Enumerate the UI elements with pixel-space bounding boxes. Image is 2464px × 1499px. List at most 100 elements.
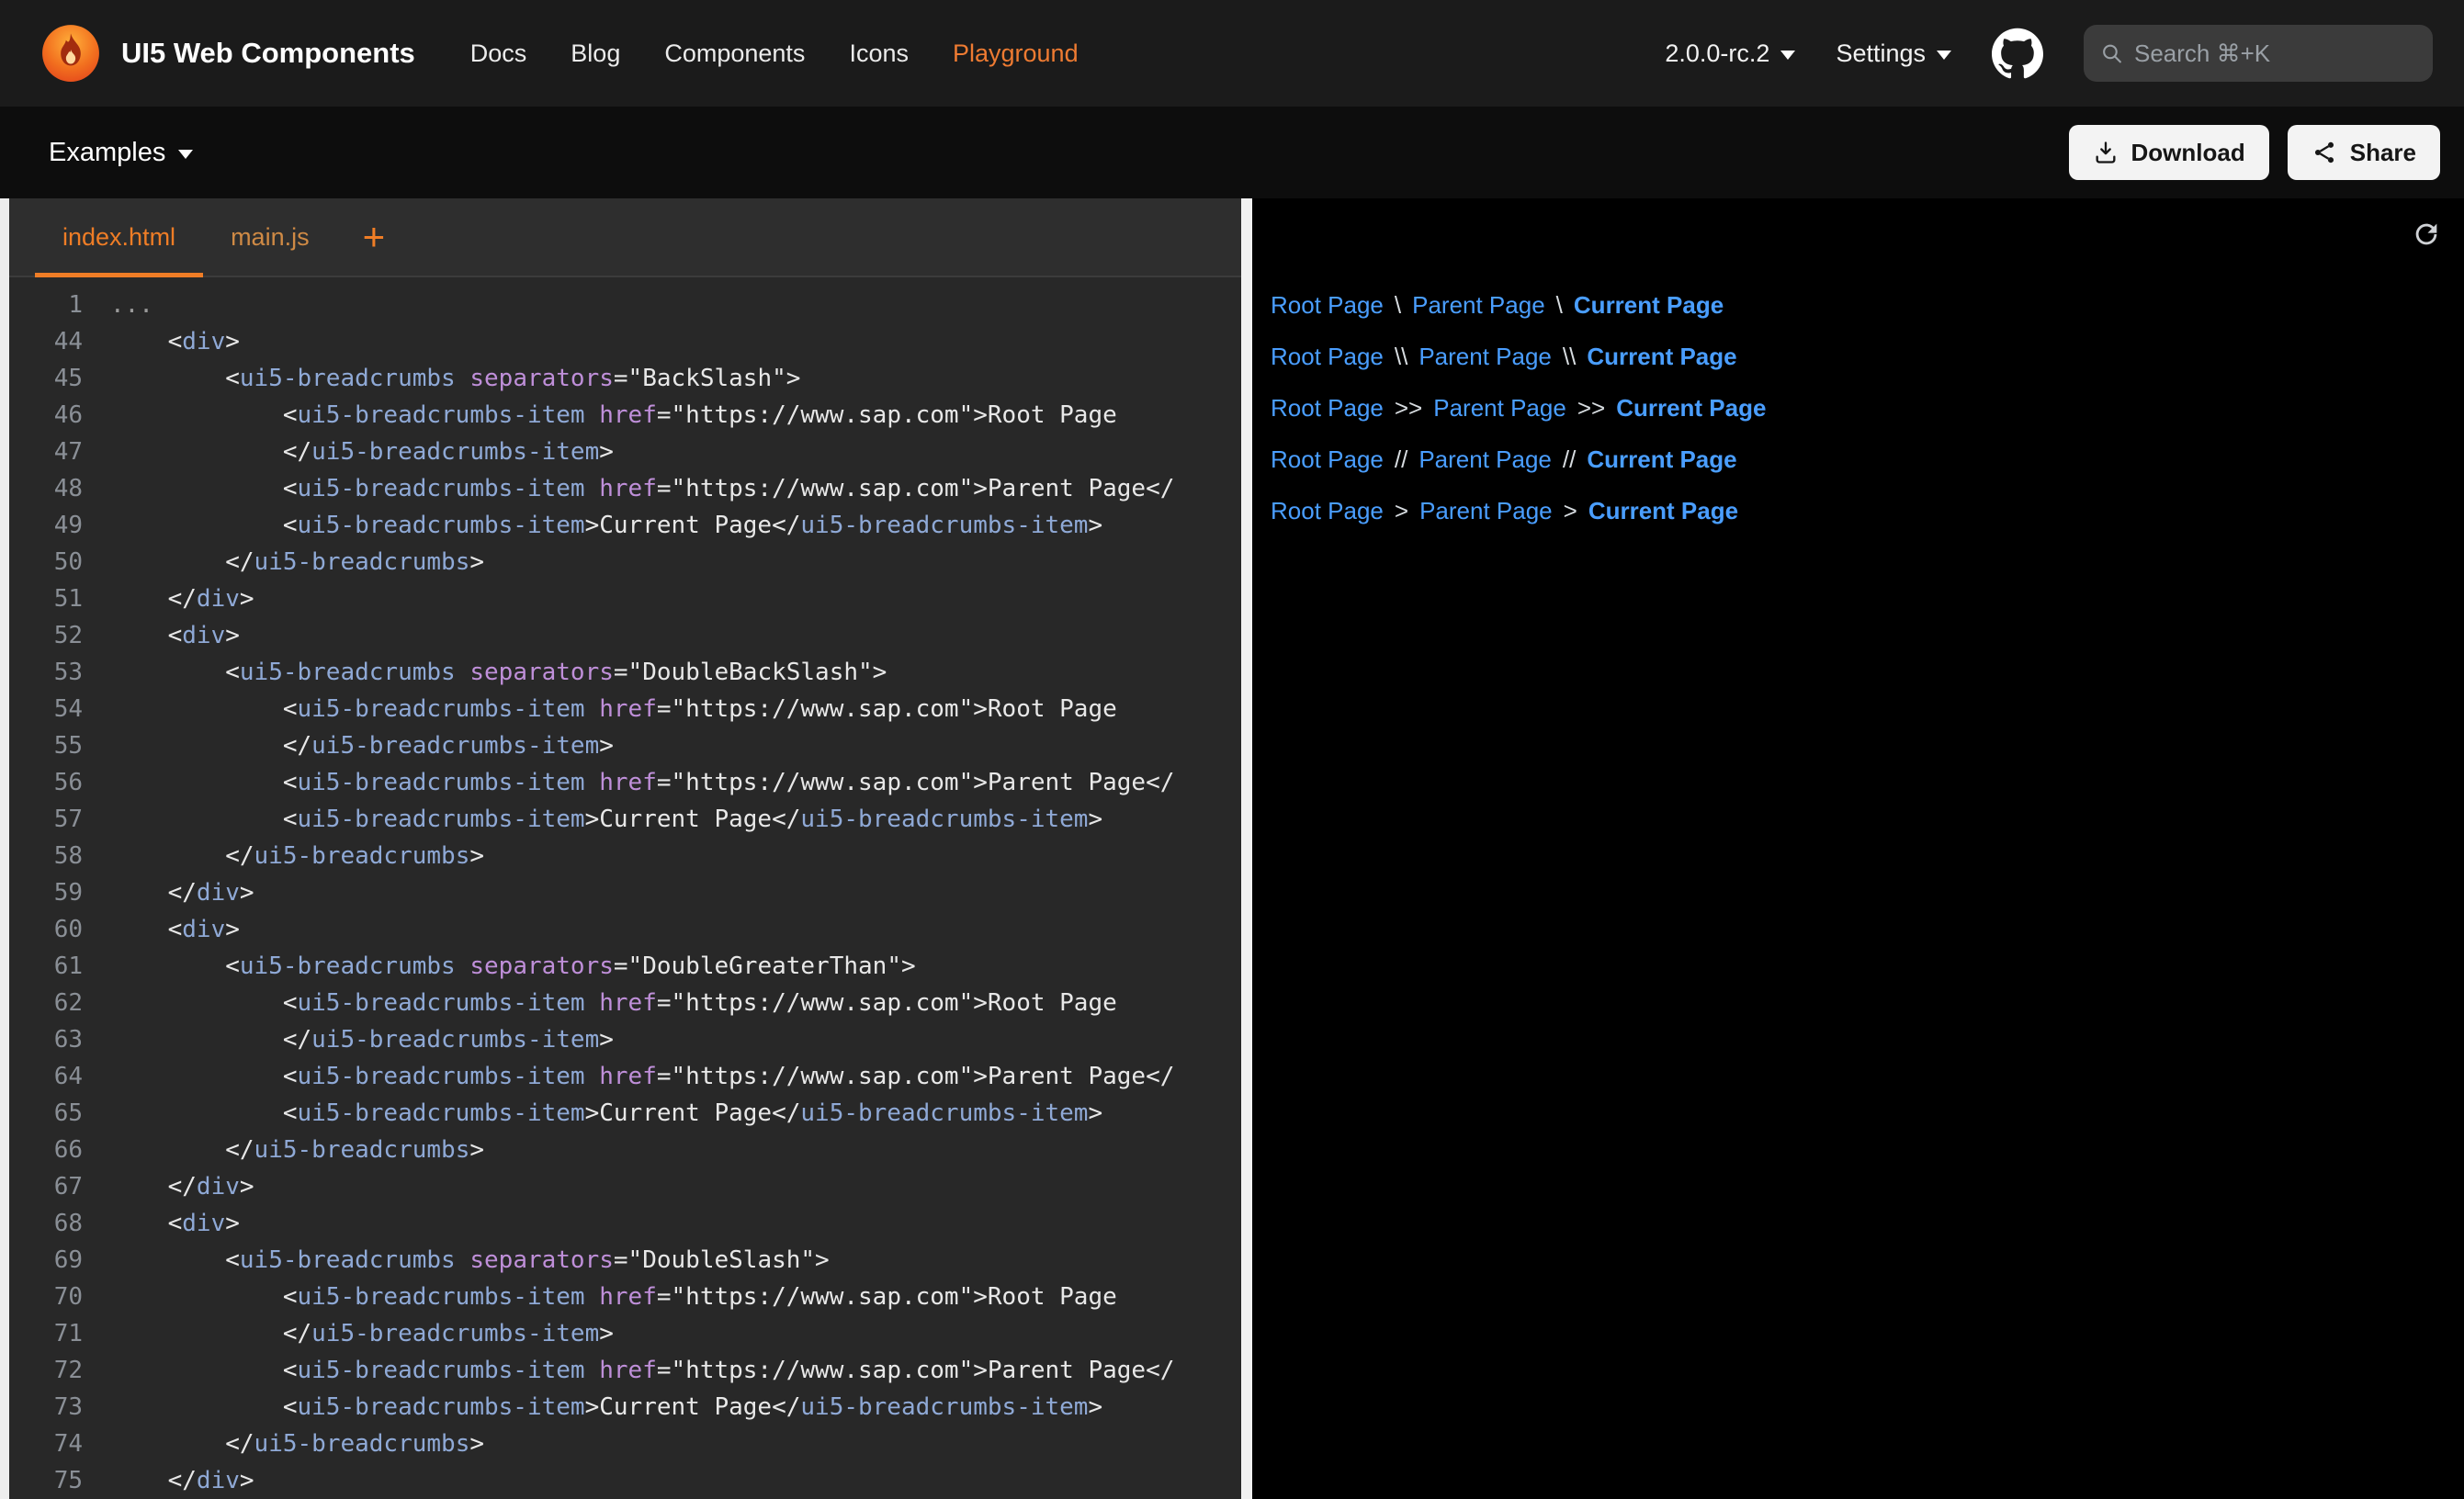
editor-tabs: index.htmlmain.js [35, 198, 337, 276]
line-number: 1 [9, 287, 83, 323]
code-line: 54 <ui5-breadcrumbs-item href="https://w… [9, 691, 1241, 727]
line-number: 62 [9, 985, 83, 1021]
code-line: 55 </ui5-breadcrumbs-item> [9, 727, 1241, 764]
code-line: 68 <div> [9, 1205, 1241, 1242]
breadcrumb-row: Root Page > Parent Page > Current Page [1271, 485, 2464, 536]
line-number: 61 [9, 948, 83, 985]
top-navbar: UI5 Web Components Docs Blog Components Ico… [0, 0, 2464, 107]
code-line: 72 <ui5-breadcrumbs-item href="https://w… [9, 1352, 1241, 1389]
examples-label: Examples [49, 138, 165, 168]
breadcrumb-separator: \ [1556, 291, 1563, 320]
version-label: 2.0.0-rc.2 [1665, 39, 1769, 68]
search-box[interactable] [2084, 25, 2433, 82]
nav-link-playground[interactable]: Playground [953, 39, 1079, 68]
line-number: 47 [9, 434, 83, 470]
download-label: Download [2131, 139, 2245, 167]
line-number: 58 [9, 838, 83, 874]
version-dropdown[interactable]: 2.0.0-rc.2 [1665, 39, 1795, 68]
ui5-logo-icon [40, 23, 101, 84]
nav-link-icons[interactable]: Icons [849, 39, 909, 68]
breadcrumb-row: Root Page \\ Parent Page \\ Current Page [1271, 331, 2464, 382]
line-number: 56 [9, 764, 83, 801]
line-number: 49 [9, 507, 83, 544]
breadcrumb-link[interactable]: Parent Page [1412, 291, 1545, 320]
code-line: 44 <div> [9, 323, 1241, 360]
breadcrumb-row: Root Page\Parent Page\Current Page [1271, 279, 2464, 331]
search-input[interactable] [2134, 39, 2416, 68]
code-line: 49 <ui5-breadcrumbs-item>Current Page</u… [9, 507, 1241, 544]
breadcrumb-link[interactable]: Root Page [1271, 291, 1384, 320]
github-icon[interactable] [1992, 28, 2043, 79]
tab-main.js[interactable]: main.js [203, 198, 337, 276]
examples-toolbar: Examples Download Share [0, 107, 2464, 198]
line-number: 48 [9, 470, 83, 507]
refresh-icon[interactable] [2411, 219, 2442, 250]
code-line: 60 <div> [9, 911, 1241, 948]
share-label: Share [2350, 139, 2416, 167]
code-line: 1... [9, 287, 1241, 323]
breadcrumb-link[interactable]: Parent Page [1419, 497, 1553, 525]
code-line: 61 <ui5-breadcrumbs separators="DoubleGr… [9, 948, 1241, 985]
preview-panel: Root Page\Parent Page\Current PageRoot P… [1252, 198, 2464, 1499]
breadcrumb-link[interactable]: Parent Page [1418, 445, 1552, 474]
code-line: 64 <ui5-breadcrumbs-item href="https://w… [9, 1058, 1241, 1095]
tab-index.html[interactable]: index.html [35, 198, 203, 276]
chevron-down-icon [1937, 51, 1951, 60]
examples-dropdown[interactable]: Examples [49, 138, 193, 168]
left-resize-handle[interactable] [0, 198, 9, 1499]
line-number: 63 [9, 1021, 83, 1058]
code-line: 75 </div> [9, 1462, 1241, 1499]
code-line: 57 <ui5-breadcrumbs-item>Current Page</u… [9, 801, 1241, 838]
nav-link-docs[interactable]: Docs [470, 39, 527, 68]
download-button[interactable]: Download [2069, 125, 2269, 180]
breadcrumb-link[interactable]: Parent Page [1433, 394, 1566, 423]
code-line: 71 </ui5-breadcrumbs-item> [9, 1315, 1241, 1352]
nav-link-blog[interactable]: Blog [571, 39, 620, 68]
breadcrumb-separator: \ [1395, 291, 1401, 320]
breadcrumb-link[interactable]: Root Page [1271, 497, 1384, 525]
line-number: 51 [9, 580, 83, 617]
breadcrumb-link[interactable]: Root Page [1271, 445, 1384, 474]
code-line: 50 </ui5-breadcrumbs> [9, 544, 1241, 580]
code-line: 46 <ui5-breadcrumbs-item href="https://w… [9, 397, 1241, 434]
line-number: 45 [9, 360, 83, 397]
chevron-down-icon [1780, 51, 1795, 60]
code-line: 58 </ui5-breadcrumbs> [9, 838, 1241, 874]
line-number: 73 [9, 1389, 83, 1426]
nav-link-components[interactable]: Components [664, 39, 805, 68]
settings-dropdown[interactable]: Settings [1836, 39, 1951, 68]
share-button[interactable]: Share [2288, 125, 2440, 180]
line-number: 46 [9, 397, 83, 434]
code-line: 59 </div> [9, 874, 1241, 911]
breadcrumb-separator: > [1564, 497, 1577, 525]
breadcrumb-link[interactable]: Parent Page [1418, 343, 1552, 371]
code-lines[interactable]: 1...44 <div>45 <ui5-breadcrumbs separato… [9, 277, 1241, 1499]
split-resize-handle[interactable] [1241, 198, 1252, 1499]
line-number: 64 [9, 1058, 83, 1095]
share-icon [2311, 140, 2337, 165]
app-title: UI5 Web Components [121, 37, 415, 70]
code-line: 70 <ui5-breadcrumbs-item href="https://w… [9, 1279, 1241, 1315]
breadcrumb-link[interactable]: Root Page [1271, 343, 1384, 371]
preview-breadcrumbs: Root Page\Parent Page\Current PageRoot P… [1271, 279, 2464, 536]
breadcrumb-current: Current Page [1616, 394, 1766, 423]
main-area: index.htmlmain.js + 1...44 <div>45 <ui5-… [0, 198, 2464, 1499]
line-number: 55 [9, 727, 83, 764]
line-number: 67 [9, 1168, 83, 1205]
line-number: 66 [9, 1132, 83, 1168]
code-line: 62 <ui5-breadcrumbs-item href="https://w… [9, 985, 1241, 1021]
breadcrumb-current: Current Page [1587, 343, 1736, 371]
add-tab-button[interactable]: + [337, 198, 412, 276]
chevron-down-icon [178, 150, 193, 159]
search-icon [2100, 40, 2123, 66]
breadcrumb-separator: > [1395, 497, 1408, 525]
breadcrumb-link[interactable]: Root Page [1271, 394, 1384, 423]
code-line: 67 </div> [9, 1168, 1241, 1205]
line-number: 50 [9, 544, 83, 580]
breadcrumb-separator: \\ [1563, 343, 1576, 371]
breadcrumb-separator: \\ [1395, 343, 1407, 371]
breadcrumb-current: Current Page [1588, 497, 1738, 525]
line-number: 57 [9, 801, 83, 838]
code-line: 47 </ui5-breadcrumbs-item> [9, 434, 1241, 470]
code-line: 63 </ui5-breadcrumbs-item> [9, 1021, 1241, 1058]
